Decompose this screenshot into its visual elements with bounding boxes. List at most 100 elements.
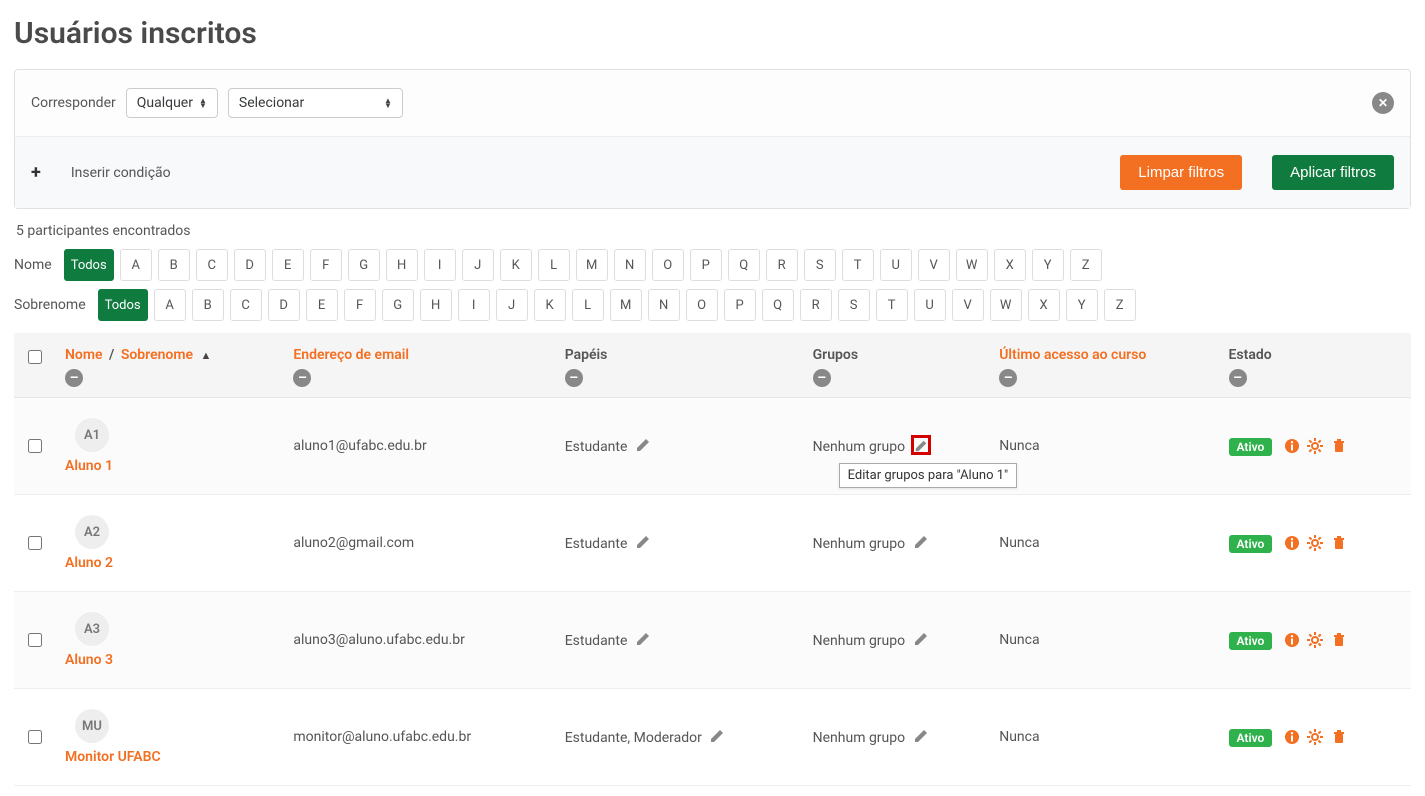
alpha-chip-letter[interactable]: X [994, 249, 1026, 281]
alpha-chip-letter[interactable]: U [880, 249, 912, 281]
trash-icon[interactable] [1331, 729, 1347, 745]
alpha-chip-letter[interactable]: X [1028, 289, 1060, 321]
row-checkbox[interactable] [28, 439, 42, 453]
info-icon[interactable] [1284, 535, 1300, 551]
row-checkbox[interactable] [28, 730, 42, 744]
alpha-chip-letter[interactable]: E [306, 289, 338, 321]
collapse-col-icon[interactable] [813, 369, 831, 387]
pencil-icon[interactable] [913, 728, 929, 744]
apply-filters-button[interactable]: Aplicar filtros [1272, 155, 1394, 190]
sort-name-link[interactable]: Nome [65, 347, 103, 363]
alpha-chip-letter[interactable]: F [344, 289, 376, 321]
alpha-chip-letter[interactable]: P [724, 289, 756, 321]
alpha-chip-letter[interactable]: I [458, 289, 490, 321]
alpha-chip-letter[interactable]: B [158, 249, 190, 281]
alpha-chip-letter[interactable]: H [420, 289, 452, 321]
alpha-chip-letter[interactable]: S [804, 249, 836, 281]
alpha-chip-letter[interactable]: V [952, 289, 984, 321]
alpha-chip-letter[interactable]: M [576, 249, 608, 281]
alpha-chip-letter[interactable]: R [766, 249, 798, 281]
pencil-icon[interactable] [635, 534, 651, 550]
alpha-chip-letter[interactable]: C [196, 249, 228, 281]
alpha-chip-letter[interactable]: F [310, 249, 342, 281]
alpha-chip-letter[interactable]: P [690, 249, 722, 281]
alpha-chip-letter[interactable]: O [686, 289, 718, 321]
info-icon[interactable] [1284, 438, 1300, 454]
alpha-chip-letter[interactable]: W [990, 289, 1022, 321]
sort-email-link[interactable]: Endereço de email [293, 347, 409, 363]
gear-icon[interactable] [1307, 632, 1323, 648]
collapse-col-icon[interactable] [1229, 369, 1247, 387]
alpha-chip-letter[interactable]: M [610, 289, 642, 321]
alpha-chip-letter[interactable]: Q [762, 289, 794, 321]
pencil-icon[interactable] [913, 534, 929, 550]
alpha-chip-letter[interactable]: L [538, 249, 570, 281]
alpha-chip-letter[interactable]: A [154, 289, 186, 321]
alpha-chip-letter[interactable]: T [876, 289, 908, 321]
gear-icon[interactable] [1307, 729, 1323, 745]
clear-filters-button[interactable]: Limpar filtros [1120, 155, 1242, 190]
collapse-col-icon[interactable] [565, 369, 583, 387]
insert-condition-label[interactable]: Inserir condição [71, 165, 171, 181]
alpha-chip-letter[interactable]: V [918, 249, 950, 281]
collapse-col-icon[interactable] [293, 369, 311, 387]
alpha-chip-letter[interactable]: B [192, 289, 224, 321]
alpha-chip-letter[interactable]: H [386, 249, 418, 281]
pencil-icon[interactable] [913, 631, 929, 647]
alpha-chip-letter[interactable]: Z [1104, 289, 1136, 321]
alpha-chip-all[interactable]: Todos [98, 289, 148, 321]
alpha-chip-letter[interactable]: A [120, 249, 152, 281]
alpha-chip-letter[interactable]: Y [1066, 289, 1098, 321]
gear-icon[interactable] [1307, 438, 1323, 454]
alpha-chip-letter[interactable]: D [268, 289, 300, 321]
trash-icon[interactable] [1331, 632, 1347, 648]
pencil-icon[interactable] [635, 631, 651, 647]
trash-icon[interactable] [1331, 535, 1347, 551]
alpha-chip-letter[interactable]: K [500, 249, 532, 281]
alpha-chip-letter[interactable]: J [462, 249, 494, 281]
pencil-icon[interactable] [635, 437, 651, 453]
alpha-chip-all[interactable]: Todos [64, 249, 114, 281]
pencil-icon[interactable] [709, 728, 725, 744]
collapse-col-icon[interactable] [999, 369, 1017, 387]
alpha-chip-letter[interactable]: O [652, 249, 684, 281]
alpha-chip-letter[interactable]: I [424, 249, 456, 281]
field-select[interactable]: Selecionar ▲▼ [228, 88, 403, 118]
user-name-link[interactable]: Aluno 3 [65, 652, 273, 668]
select-all-checkbox[interactable] [28, 350, 42, 364]
sort-last-access-link[interactable]: Último acesso ao curso [999, 347, 1146, 363]
alpha-chip-letter[interactable]: J [496, 289, 528, 321]
info-icon[interactable] [1284, 729, 1300, 745]
user-name-link[interactable]: Aluno 1 [65, 458, 273, 474]
row-checkbox[interactable] [28, 536, 42, 550]
alpha-chip-letter[interactable]: K [534, 289, 566, 321]
alpha-chip-letter[interactable]: G [382, 289, 414, 321]
alpha-chip-letter[interactable]: D [234, 249, 266, 281]
alpha-chip-letter[interactable]: N [648, 289, 680, 321]
alpha-chip-letter[interactable]: E [272, 249, 304, 281]
plus-icon[interactable]: + [31, 162, 41, 183]
user-name-link[interactable]: Aluno 2 [65, 555, 273, 571]
row-checkbox[interactable] [28, 633, 42, 647]
alpha-chip-letter[interactable]: R [800, 289, 832, 321]
alpha-chip-letter[interactable]: Z [1070, 249, 1102, 281]
alpha-chip-letter[interactable]: N [614, 249, 646, 281]
user-name-link[interactable]: Monitor UFABC [65, 749, 273, 765]
alpha-chip-letter[interactable]: L [572, 289, 604, 321]
collapse-col-icon[interactable] [65, 369, 83, 387]
remove-filter-icon[interactable] [1372, 92, 1394, 114]
alpha-chip-letter[interactable]: S [838, 289, 870, 321]
pencil-icon[interactable] [913, 437, 929, 453]
alpha-chip-letter[interactable]: Q [728, 249, 760, 281]
trash-icon[interactable] [1331, 438, 1347, 454]
info-icon[interactable] [1284, 632, 1300, 648]
alpha-chip-letter[interactable]: Y [1032, 249, 1064, 281]
alpha-chip-letter[interactable]: C [230, 289, 262, 321]
match-select[interactable]: Qualquer ▲▼ [126, 88, 218, 118]
sort-surname-link[interactable]: Sobrenome [121, 347, 193, 363]
alpha-chip-letter[interactable]: G [348, 249, 380, 281]
alpha-chip-letter[interactable]: W [956, 249, 988, 281]
gear-icon[interactable] [1307, 535, 1323, 551]
alpha-chip-letter[interactable]: U [914, 289, 946, 321]
alpha-chip-letter[interactable]: T [842, 249, 874, 281]
